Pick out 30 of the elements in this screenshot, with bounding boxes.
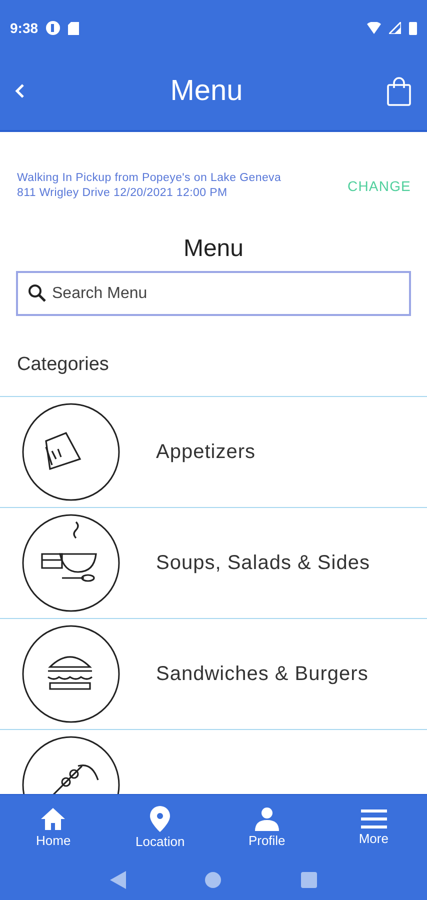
burger-category-icon[interactable] <box>22 625 120 723</box>
notification-icon <box>46 21 60 35</box>
categories-heading: Categories <box>17 354 110 376</box>
category-label[interactable]: Soups, Salads & Sides <box>156 552 370 574</box>
order-address-time: 811 Wrigley Drive 12/20/2021 12:00 PM <box>17 187 228 199</box>
menu-heading: Menu <box>182 235 245 263</box>
signal-icon <box>389 22 401 34</box>
nav-tab[interactable]: More <box>334 809 414 846</box>
sd-card-icon <box>68 22 80 34</box>
nav-tab[interactable]: Home <box>13 807 94 848</box>
soup-category-icon[interactable] <box>22 514 120 612</box>
search-field[interactable]: Search Menu <box>16 271 411 316</box>
home-icon <box>40 807 66 831</box>
menu-icon <box>360 809 387 829</box>
profile-icon <box>254 807 279 831</box>
nav-tab[interactable]: Profile <box>226 807 307 848</box>
home-nav-icon[interactable] <box>205 872 222 888</box>
nav-tab[interactable]: Location <box>120 806 200 849</box>
status-time: 9:38 <box>10 20 38 36</box>
recents-nav-icon[interactable] <box>301 872 318 888</box>
shopping-bag-icon[interactable] <box>384 74 413 108</box>
category-label[interactable]: Sandwiches & Burgers <box>156 662 368 686</box>
location-pin-icon <box>150 806 170 832</box>
order-details: Walking In Pickup from Popeye's on Lake Geneva <box>17 172 282 184</box>
back-nav-icon[interactable] <box>110 871 126 889</box>
battery-icon <box>409 21 417 35</box>
category-label[interactable]: Appetizers <box>156 440 256 464</box>
page-title: Menu <box>170 74 243 108</box>
wifi-icon <box>367 22 381 34</box>
search-icon <box>28 284 46 302</box>
